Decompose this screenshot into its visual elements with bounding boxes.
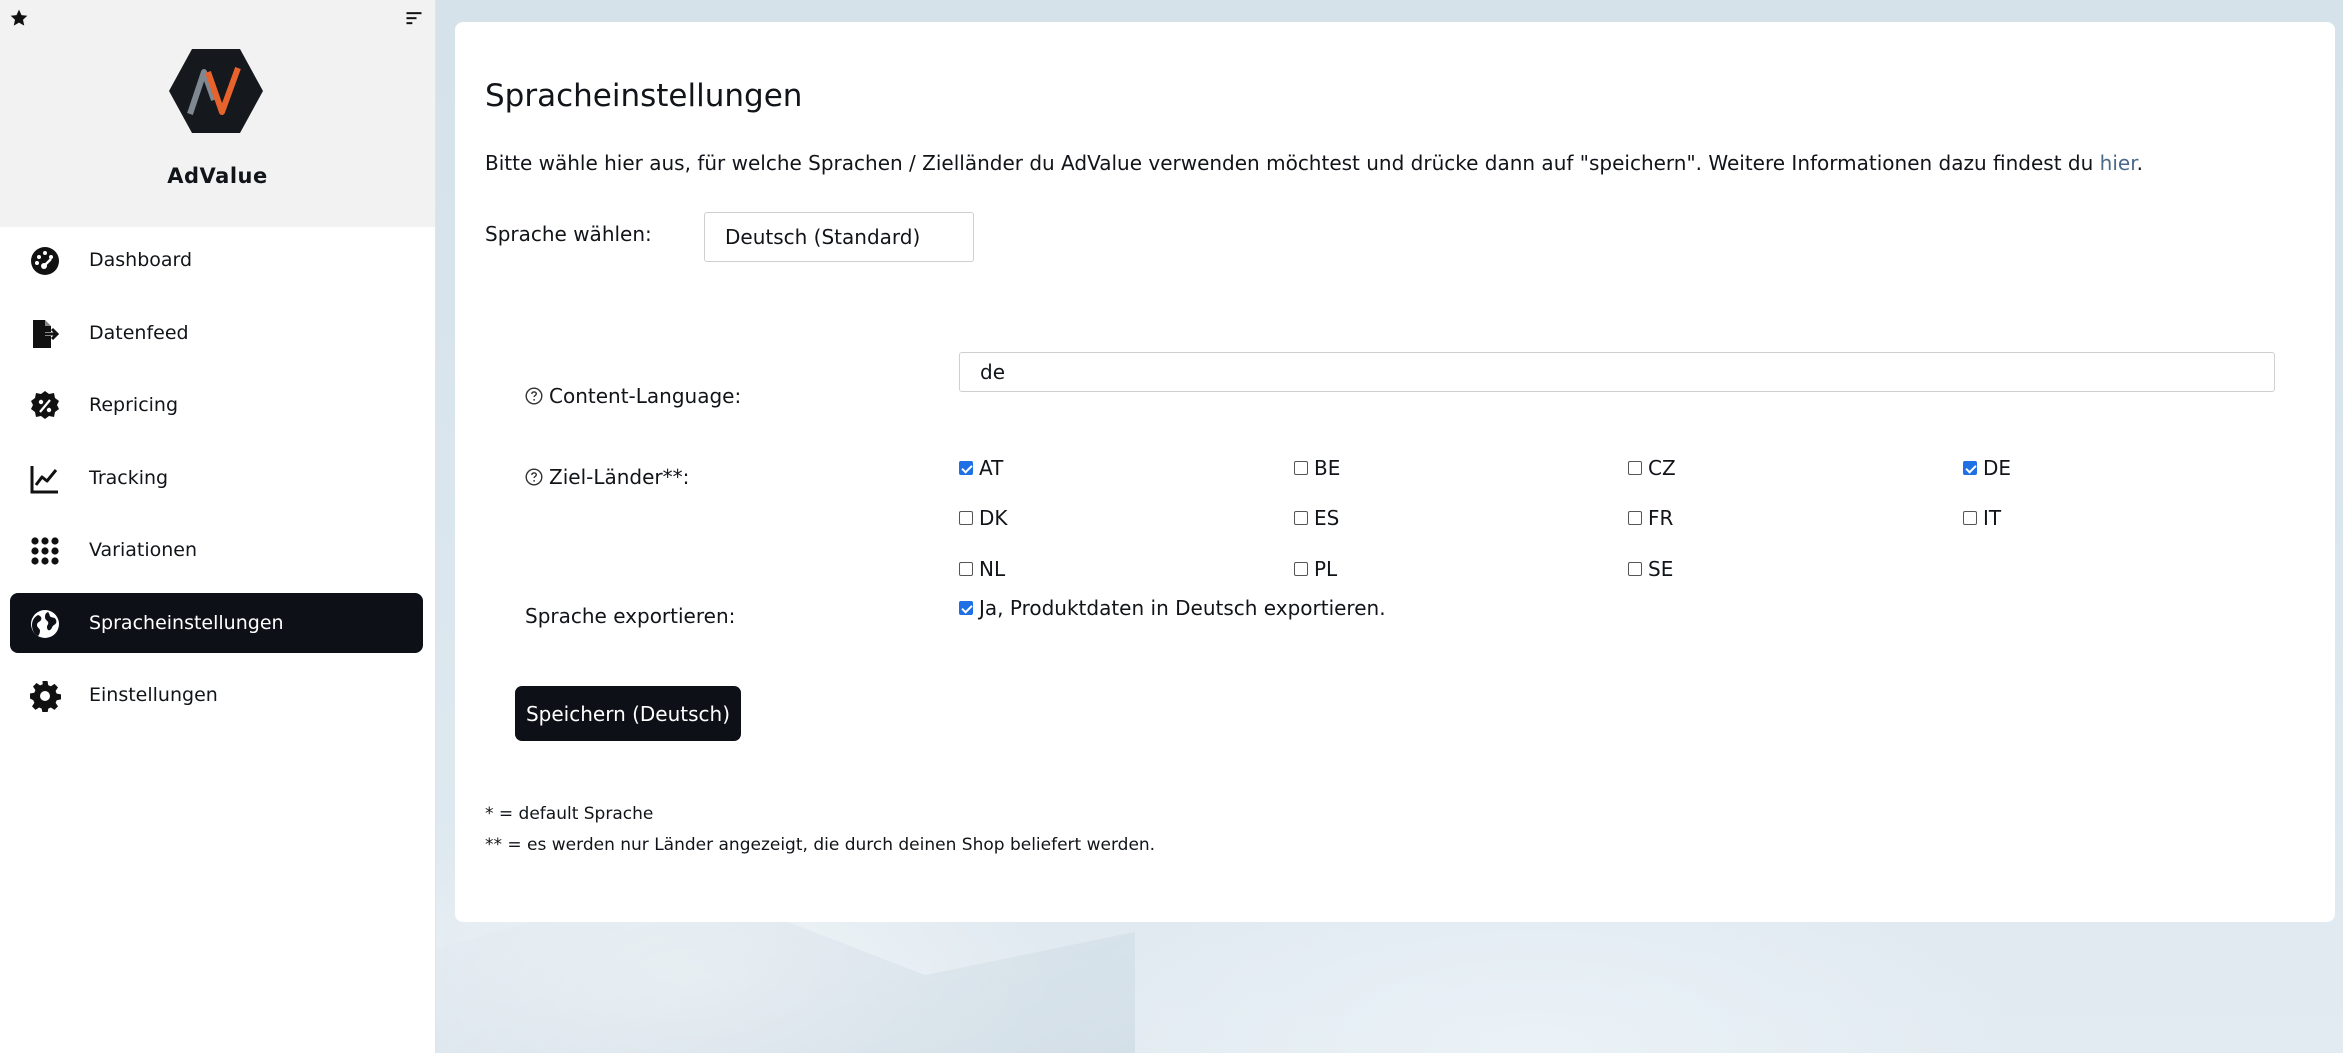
sidebar-item-dashboard[interactable]: Dashboard [10,230,423,290]
dashboard-icon [31,247,59,275]
intro-text: Bitte wähle hier aus, für welche Sprache… [485,151,2143,175]
export-checkbox-label: Ja, Produktdaten in Deutsch exportieren. [979,596,1386,620]
page-title: Spracheinstellungen [485,78,803,114]
language-settings-card: Spracheinstellungen Bitte wähle hier aus… [455,22,2335,922]
sidebar-item-label: Einstellungen [89,684,218,706]
checkbox-pl[interactable] [1294,562,1308,576]
country-label: FR [1648,506,1674,530]
sidebar-nav: Dashboard Datenfeed Repricing Tracking V… [0,230,435,738]
country-label: DE [1983,456,2012,480]
country-label: NL [979,557,1006,581]
sidebar-item-tracking[interactable]: Tracking [10,448,423,508]
target-countries-label: Ziel-Länder**: [525,465,689,489]
country-checkbox-be[interactable]: BE [1294,456,1340,480]
sidebar-item-label: Datenfeed [89,321,189,344]
country-label: BE [1314,456,1341,480]
info-link[interactable]: hier [2100,151,2137,175]
country-checkbox-it[interactable]: IT [1963,506,2001,530]
intro-text-end: . [2136,151,2143,175]
grid-dots-icon [31,537,59,565]
country-checkbox-fr[interactable]: FR [1628,506,1673,530]
sidebar-item-variationen[interactable]: Variationen [10,520,423,580]
checkbox-nl[interactable] [959,562,973,576]
save-button[interactable]: Speichern (Deutsch) [515,686,741,741]
help-circle-icon[interactable] [525,468,543,486]
checkbox-se[interactable] [1628,562,1642,576]
target-countries-label-text: Ziel-Länder**: [549,465,690,489]
language-select[interactable]: Deutsch (Standard) [704,212,974,262]
sidebar-item-label: Repricing [89,394,179,416]
export-checkbox[interactable]: Ja, Produktdaten in Deutsch exportieren. [959,596,1386,620]
export-language-label-text: Sprache exportieren: [525,604,736,628]
intro-text-body: Bitte wähle hier aus, für welche Sprache… [485,151,2100,175]
country-label: IT [1983,506,2002,530]
checkbox-at[interactable] [959,461,973,475]
content-language-label-text: Content-Language: [549,384,742,408]
language-select-label: Sprache wählen: [485,222,652,246]
checkbox-dk[interactable] [959,511,973,525]
checkbox-be[interactable] [1294,461,1308,475]
country-label: ES [1314,506,1340,530]
sidebar-item-datenfeed[interactable]: Datenfeed [10,303,423,363]
country-label: DK [979,506,1008,530]
country-checkbox-de[interactable]: DE [1963,456,2011,480]
sidebar-item-spracheinstellungen[interactable]: Spracheinstellungen [10,592,423,653]
sidebar-item-repricing[interactable]: Repricing [10,375,423,435]
content-language-input[interactable]: de [959,352,2275,392]
brand-name: AdValue [167,164,268,188]
country-checkbox-es[interactable]: ES [1294,506,1339,530]
line-chart-icon [30,465,58,493]
star-icon[interactable] [9,8,29,28]
checkbox-es[interactable] [1294,511,1308,525]
sidebar-item-label: Tracking [89,466,169,489]
sidebar-item-label: Dashboard [89,249,193,271]
country-label: PL [1314,557,1338,581]
country-label: CZ [1648,456,1676,480]
checkbox-it[interactable] [1963,511,1977,525]
country-checkbox-at[interactable]: AT [959,456,1003,480]
percent-badge-icon [31,391,59,419]
sort-icon[interactable] [404,8,424,28]
checkbox-fr[interactable] [1628,511,1642,525]
gear-icon [30,681,61,712]
sidebar-item-einstellungen[interactable]: Einstellungen [10,665,423,725]
country-checkbox-se[interactable]: SE [1628,557,1673,581]
sidebar-item-label: Spracheinstellungen [89,611,284,634]
country-label: AT [979,456,1004,480]
country-label: SE [1648,557,1674,581]
country-checkbox-nl[interactable]: NL [959,557,1005,581]
sidebar-header: AdValue [0,0,435,227]
checkbox-de[interactable] [1963,461,1977,475]
advalue-logo-icon [169,49,263,133]
footnote-countries: ** = es werden nur Länder angezeigt, die… [485,835,1156,855]
globe-icon [31,609,59,638]
country-checkbox-pl[interactable]: PL [1294,557,1337,581]
checkbox-cz[interactable] [1628,461,1642,475]
sidebar-item-label: Variationen [89,539,198,561]
export-language-label: Sprache exportieren: [525,604,735,628]
footnote-default-language: * = default Sprache [485,804,654,824]
help-circle-icon[interactable] [525,387,543,405]
content-language-label: Content-Language: [525,384,741,408]
checkbox-export[interactable] [959,601,973,615]
sidebar: AdValue Dashboard Datenfeed Repricing Tr… [0,0,436,1053]
country-checkbox-dk[interactable]: DK [959,506,1008,530]
file-export-icon [33,319,60,348]
country-checkbox-cz[interactable]: CZ [1628,456,1676,480]
